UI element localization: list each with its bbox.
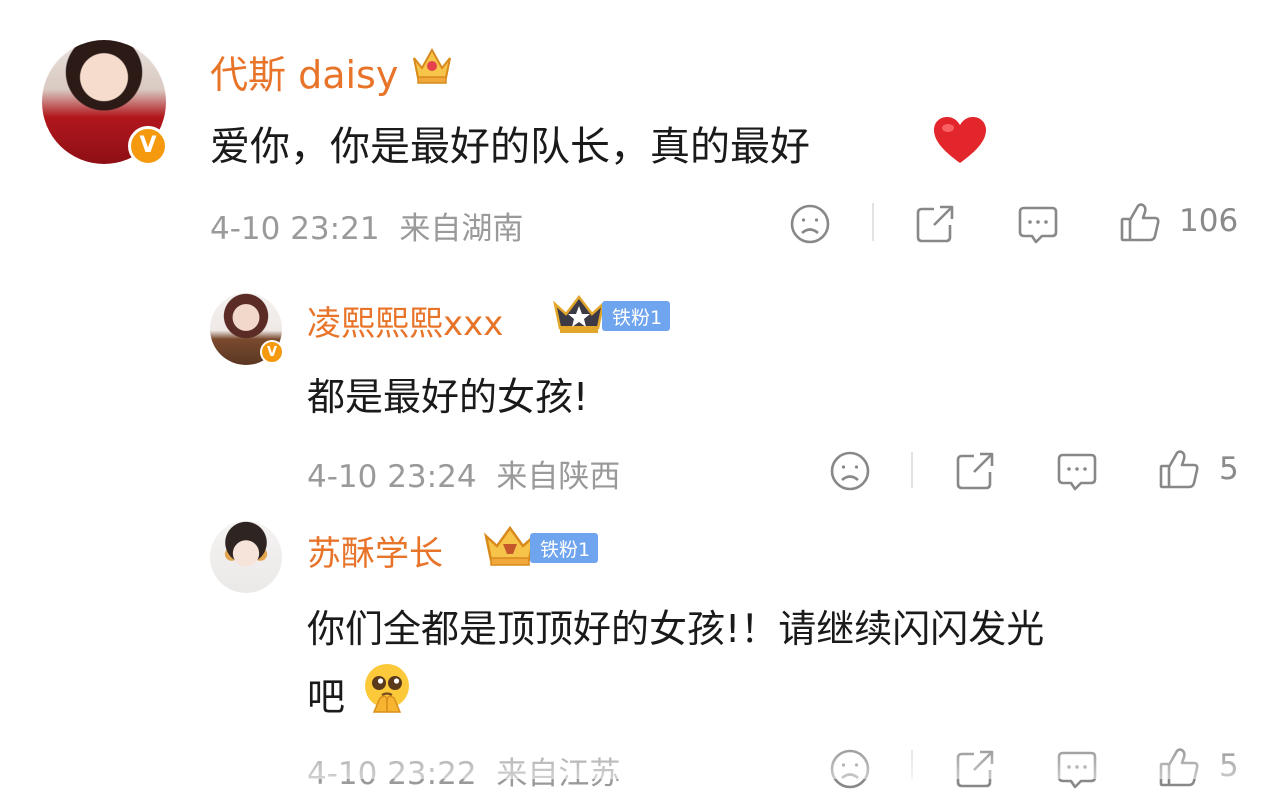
comment-icon[interactable] <box>1055 451 1099 493</box>
comment-meta: 4-10 23:21 来自湖南 <box>210 203 523 248</box>
comment-text-content: 爱你，你是最好的队长，真的最好 <box>210 124 810 170</box>
reply-location: 来自陕西 <box>496 459 621 495</box>
pleading-face-emoji <box>360 660 414 714</box>
reply-meta: 4-10 23:24 来自陕西 <box>307 451 620 496</box>
crown-icon <box>552 294 606 336</box>
comment-time: 4-10 23:21 <box>210 211 380 247</box>
heart-emoji <box>932 116 988 166</box>
username-text: 苏酥学长 <box>307 534 443 574</box>
reply-text-content: 你们全都是顶顶好的女孩!！请继续闪闪发光 <box>307 607 1045 651</box>
dislike-face-icon[interactable] <box>789 203 831 245</box>
share-icon[interactable] <box>954 450 996 492</box>
reply-username[interactable]: 苏酥学长 <box>307 526 443 575</box>
fan-badge: 铁粉1 <box>602 301 671 331</box>
like-thumb-icon[interactable] <box>1157 447 1201 491</box>
comment-username[interactable]: 代斯 daisy <box>210 44 398 99</box>
like-thumb-icon[interactable] <box>1118 200 1162 244</box>
fan-badge-text: 铁粉1 <box>612 306 663 329</box>
reply-text-content: 吧 <box>307 675 346 719</box>
comment-location: 来自湖南 <box>399 211 524 247</box>
reply-text-line: 吧 <box>307 666 345 721</box>
reply-time: 4-10 23:24 <box>307 459 477 495</box>
bottom-fade <box>0 735 1284 779</box>
comment-text: 爱你，你是最好的队长，真的最好 <box>210 114 810 172</box>
like-count: 5 <box>1219 451 1239 487</box>
comment-icon[interactable] <box>1016 204 1060 246</box>
share-icon[interactable] <box>914 203 956 245</box>
avatar[interactable] <box>210 521 282 593</box>
verified-badge: V <box>128 126 168 166</box>
reply-text-line: 你们全都是顶顶好的女孩!！请继续闪闪发光 <box>307 598 1044 653</box>
fan-badge-text: 铁粉1 <box>540 538 591 561</box>
crown-icon <box>410 44 454 86</box>
verified-badge: V <box>260 340 284 364</box>
reply-username[interactable]: 凌熙熙熙xxx <box>307 296 503 345</box>
username-text: 代斯 daisy <box>210 53 399 97</box>
like-count: 106 <box>1179 203 1239 239</box>
reply-text: 都是最好的女孩! <box>307 366 588 421</box>
fan-badge: 铁粉1 <box>530 533 599 563</box>
crown-icon <box>483 524 537 568</box>
action-divider <box>872 203 874 241</box>
action-divider <box>911 452 913 488</box>
username-text: 凌熙熙熙xxx <box>307 304 504 344</box>
reply-text-content: 都是最好的女孩! <box>307 375 589 419</box>
dislike-face-icon[interactable] <box>829 450 871 492</box>
